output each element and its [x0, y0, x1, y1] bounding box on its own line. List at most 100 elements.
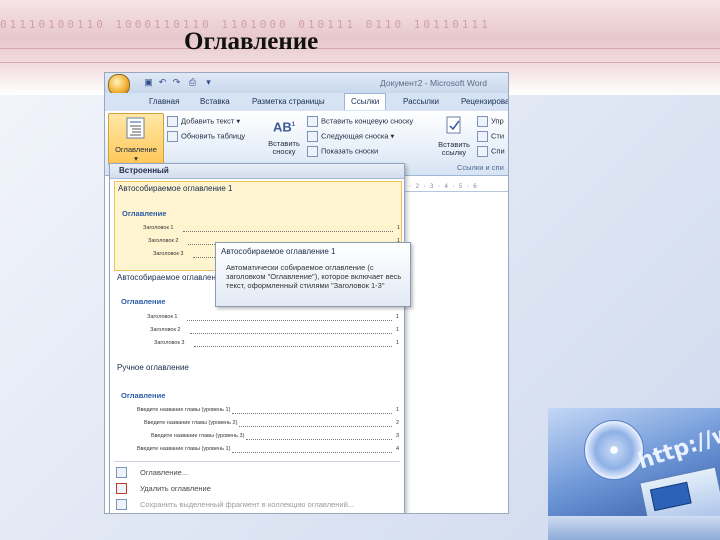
gallery-item-title: Автособираемое оглавление 1: [118, 184, 233, 193]
toc-preview-line: Введите название главы (уровень 1): [137, 407, 231, 413]
toc-dot-leader: [232, 452, 392, 453]
toc-page-number: 1: [396, 327, 400, 333]
toc-preview-line: Введите название главы (уровень 1): [137, 446, 231, 452]
add-text-label: Добавить текст: [181, 116, 235, 126]
toc-dot-leader: [246, 439, 392, 440]
delete-toc-icon: [116, 483, 127, 494]
gallery-header-label: Встроенный: [119, 166, 169, 175]
footnote-icon: AB1: [272, 119, 296, 135]
manage-sources-label: Упр: [491, 116, 504, 126]
show-notes-button[interactable]: Показать сноски: [307, 146, 378, 157]
tab-references[interactable]: Ссылки: [344, 93, 387, 110]
insert-endnote-label: Вставить концевую сноску: [321, 116, 414, 126]
toc-dot-leader: [232, 413, 392, 414]
toc-button[interactable]: Оглавление ▾: [108, 113, 164, 165]
decorative-internet-picture: http://ww: [548, 408, 720, 540]
add-text-icon: [167, 116, 178, 127]
quick-access-dropdown-icon[interactable]: ▾: [203, 77, 214, 88]
menu-item-delete-toc[interactable]: Удалить оглавление: [110, 481, 404, 495]
bibliography-label: Спи: [491, 146, 505, 156]
toc-preview-heading: Оглавление: [121, 391, 166, 400]
toc-preview-heading: Оглавление: [121, 297, 166, 306]
update-table-label: Обновить таблицу: [181, 131, 246, 141]
tab-home[interactable]: Главная: [149, 97, 179, 106]
menu-divider: [114, 461, 400, 462]
http-text: http://ww: [635, 414, 720, 475]
toc-icon: [126, 117, 145, 139]
manage-sources-button[interactable]: Упр: [477, 116, 504, 127]
style-icon: [477, 131, 488, 142]
insert-endnote-button[interactable]: Вставить концевую сноску: [307, 116, 413, 127]
refresh-icon: [167, 131, 178, 142]
insert-citation-button[interactable]: Вставить ссылку: [435, 113, 473, 157]
toc-page-number: 2: [396, 420, 400, 426]
toc-preview-line: Заголовок 2: [150, 327, 181, 333]
menu-item-label: Оглавление...: [140, 468, 189, 477]
toc-page-number: 1: [396, 407, 400, 413]
gallery-header: Встроенный: [110, 164, 404, 179]
toc-page-number: 1: [397, 225, 401, 231]
endnote-icon: [307, 116, 318, 127]
tooltip-title: Автособираемое оглавление 1: [221, 247, 336, 256]
window-title: Документ2 - Microsoft Word: [380, 78, 487, 88]
toc-preview-line: Заголовок 3: [154, 340, 185, 346]
keyboard-strip: [548, 516, 720, 540]
show-notes-label: Показать сноски: [321, 146, 379, 156]
bibliography-button[interactable]: Спи: [477, 146, 505, 157]
toc-page-number: 3: [396, 433, 400, 439]
toc-dot-leader: [190, 333, 392, 334]
redo-icon[interactable]: ↷: [171, 77, 182, 88]
tab-mailings[interactable]: Рассылки: [403, 97, 439, 106]
insert-citation-label: Вставить ссылку: [438, 140, 470, 157]
screen-icon: [649, 481, 692, 512]
menu-item-save-selection[interactable]: Сохранить выделенный фрагмент в коллекци…: [110, 497, 404, 511]
save-selection-icon: [116, 499, 127, 510]
header-divider: [0, 62, 720, 63]
tab-review[interactable]: Рецензирование: [461, 97, 508, 106]
citation-icon: [446, 116, 461, 134]
gallery-item-title: Ручное оглавление: [117, 363, 189, 372]
ruler: 1 · 2 · 3 · 4 · 5 · 6: [401, 183, 508, 192]
menu-item-label: Сохранить выделенный фрагмент в коллекци…: [140, 500, 355, 509]
next-footnote-label: Следующая сноска: [321, 131, 389, 141]
group-label-citations: Ссылки и спи: [457, 163, 504, 172]
update-table-button[interactable]: Обновить таблицу: [167, 131, 245, 142]
style-label: Сти: [491, 131, 505, 141]
next-footnote-icon: [307, 131, 318, 142]
toc-dot-leader: [187, 320, 392, 321]
insert-footnote-button[interactable]: AB1 Вставить сноску: [265, 113, 303, 156]
toc-gallery-dropdown: Встроенный Автособираемое оглавление 1 О…: [109, 163, 405, 513]
toc-preview-line: Заголовок 3: [153, 251, 184, 257]
toc-preview-line: Введите название главы (уровень 2): [144, 420, 238, 426]
toc-page-number: 1: [396, 314, 400, 320]
print-preview-icon[interactable]: ⎙: [187, 77, 198, 88]
toc-preview-line: Заголовок 1: [147, 314, 178, 320]
next-footnote-button[interactable]: Следующая сноска ▾: [307, 131, 394, 142]
toc-page-number: 1: [396, 340, 400, 346]
gallery-item-manual-toc[interactable]: Ручное оглавление Оглавление Введите наз…: [114, 361, 400, 457]
ribbon-tabs: Главная Вставка Разметка страницы Ссылки…: [105, 93, 508, 112]
menu-item-toc-dialog[interactable]: Оглавление...: [110, 465, 404, 479]
toc-dialog-icon: [116, 467, 127, 478]
word-screenshot: ▣ ↶ ↷ ⎙ ▾ Документ2 - Microsoft Word Гла…: [104, 72, 509, 514]
toc-dot-leader: [183, 231, 393, 232]
add-text-button[interactable]: Добавить текст ▾: [167, 116, 240, 127]
tooltip: Автособираемое оглавление 1 Автоматическ…: [215, 242, 411, 307]
bibliography-icon: [477, 146, 488, 157]
save-icon[interactable]: ▣: [143, 77, 154, 88]
header-divider: [0, 48, 720, 49]
slide-title: Оглавление: [184, 28, 319, 55]
toc-preview-line: Заголовок 1: [143, 225, 174, 231]
toc-preview-heading: Оглавление: [122, 209, 167, 218]
undo-icon[interactable]: ↶: [157, 77, 168, 88]
toc-preview-line: Введите название главы (уровень 3): [151, 433, 245, 439]
toc-dot-leader: [194, 346, 392, 347]
manage-sources-icon: [477, 116, 488, 127]
chevron-down-icon: ▾: [134, 154, 138, 163]
tab-page-layout[interactable]: Разметка страницы: [252, 97, 325, 106]
title-bar: ▣ ↶ ↷ ⎙ ▾ Документ2 - Microsoft Word: [105, 73, 508, 96]
style-button[interactable]: Сти: [477, 131, 504, 142]
toc-page-number: 4: [396, 446, 400, 452]
tab-insert[interactable]: Вставка: [200, 97, 230, 106]
menu-item-label: Удалить оглавление: [140, 484, 211, 493]
